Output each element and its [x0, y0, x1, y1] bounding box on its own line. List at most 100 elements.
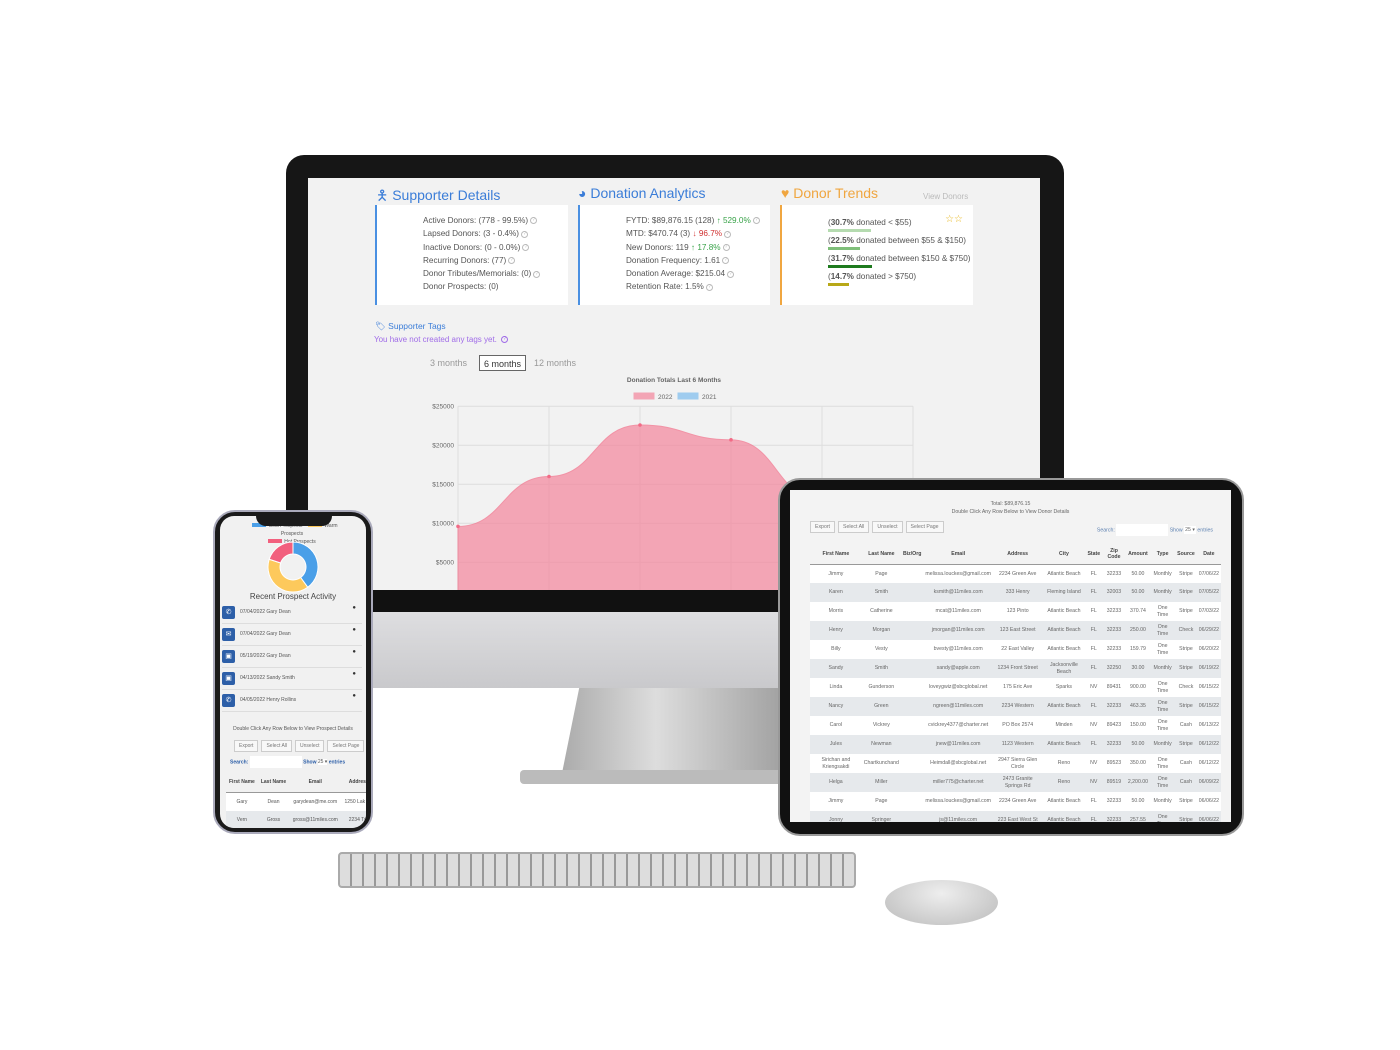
arrow-down-icon: ↓ [690, 229, 699, 239]
help-icon[interactable]: ? [724, 230, 732, 238]
star-icon[interactable]: ☆☆ [945, 213, 963, 226]
column-header[interactable]: Email [923, 545, 993, 565]
supporter-tags-link[interactable]: 🏷 Supporter Tags [375, 321, 446, 332]
table-row[interactable]: Henry Morgan jmorgan@11miles.com 123 East S… [810, 621, 1221, 640]
data-point[interactable] [456, 524, 460, 529]
data-point[interactable] [638, 423, 642, 427]
column-header[interactable]: Email [289, 773, 342, 793]
table-cell: Atlantic Beach [1042, 792, 1086, 811]
column-header[interactable]: Date [1196, 545, 1221, 565]
table-row[interactable]: Sandy Smith sandy@apple.com 1234 Front Stre… [810, 659, 1221, 678]
unselect-button[interactable]: Unselect [295, 740, 325, 752]
column-header[interactable]: Last Name [257, 773, 290, 793]
check-circle-icon[interactable]: ● [352, 693, 356, 699]
column-header[interactable]: Address [341, 773, 366, 793]
activity-item[interactable]: ▣ 04/13/2022 Sandy Smith ● [222, 670, 362, 690]
column-header[interactable]: State [1085, 545, 1103, 565]
table-cell: Cash [1175, 773, 1197, 792]
help-icon[interactable]: ? [501, 336, 509, 344]
export-button[interactable]: Export [810, 521, 835, 533]
legend-label-2022: 2022 [658, 394, 673, 401]
column-header[interactable]: Address [992, 545, 1043, 565]
view-donors-link[interactable]: View Donors [923, 192, 968, 201]
table-cell: Stripe [1175, 640, 1197, 659]
search-input[interactable] [1116, 524, 1169, 536]
activity-item[interactable]: ✉ 07/04/2022 Gary Dean ● [222, 626, 362, 646]
table-cell: Atlantic Beach [1042, 621, 1086, 640]
activity-item[interactable]: ✆ 07/04/2022 Gary Dean ● [222, 604, 362, 624]
data-point[interactable] [729, 438, 733, 442]
table-row[interactable]: GaryDeangarydean@me.com1250 Lak Dr. [226, 792, 366, 811]
table-cell: Vern [226, 811, 258, 828]
donut-slice[interactable] [268, 541, 294, 564]
prospect-entries-select[interactable]: 25 ▾ [317, 759, 328, 766]
donut-slice[interactable] [267, 558, 309, 593]
column-header[interactable]: First Name [226, 773, 258, 793]
entries-select[interactable]: 25 ▾ [1184, 526, 1196, 535]
check-circle-icon[interactable]: ● [352, 627, 356, 633]
table-row[interactable]: VernGrossgross@11miles.com2234 Twi [226, 811, 366, 828]
legend-swatch-2021[interactable] [677, 392, 699, 400]
legend-swatch-2022[interactable] [633, 392, 655, 400]
column-header[interactable]: Last Name [861, 545, 901, 565]
column-header[interactable]: Zip Code [1102, 545, 1126, 565]
change-indicator: ↑ 17.8% [688, 242, 721, 252]
column-header[interactable]: City [1042, 545, 1086, 565]
table-cell: FL [1085, 811, 1103, 822]
check-circle-icon[interactable]: ● [352, 671, 356, 677]
column-header[interactable]: Source [1175, 545, 1197, 565]
help-icon[interactable]: ? [522, 243, 530, 251]
unselect-button[interactable]: Unselect [872, 521, 903, 533]
help-icon[interactable]: ? [752, 217, 760, 225]
table-row[interactable]: Carol Vickrey cvickrey4377@charter.net PO B… [810, 716, 1221, 735]
table-cell: Minden [1042, 716, 1086, 735]
table-row[interactable]: Jonny Springer js@11miles.com 223 East West… [810, 811, 1221, 822]
table-cell: Monthly [1150, 735, 1176, 754]
help-icon[interactable]: ? [533, 270, 541, 278]
table-row[interactable]: Karen Smith ksmith@11miles.com 333 Henry Fle… [810, 583, 1221, 602]
column-header[interactable]: Amount [1125, 545, 1151, 565]
table-row[interactable]: Morris Catherine mcat@11miles.com 123 Pinto… [810, 602, 1221, 621]
table-row[interactable]: Jimmy Page melissa.louckes@gmail.com 2234 G… [810, 564, 1221, 583]
table-row[interactable]: Jimmy Page melissa.louckes@gmail.com 2234 G… [810, 792, 1221, 811]
table-cell: 123 Pinto [992, 602, 1043, 621]
check-circle-icon[interactable]: ● [352, 605, 356, 611]
table-row[interactable]: Billy Vesty bvesty@11miles.com 22 East Vall… [810, 640, 1221, 659]
prospect-search-input[interactable] [249, 756, 302, 768]
table-cell: One Time [1150, 754, 1176, 773]
help-icon[interactable]: ? [508, 257, 516, 265]
table-cell: Fleming Island [1042, 583, 1086, 602]
table-cell: 350.00 [1125, 754, 1151, 773]
help-icon[interactable]: ? [705, 283, 713, 291]
column-header[interactable]: Biz/Org [900, 545, 924, 565]
select-all-button[interactable]: Select All [261, 740, 293, 752]
phone-screen: Cold Prospects Warm Prospects Hot Prospect… [220, 516, 366, 828]
activity-item[interactable]: ▣ 05/19/2022 Gary Dean ● [222, 648, 362, 668]
column-header[interactable]: Type [1150, 545, 1176, 565]
table-row[interactable]: Helga Miller miller775@charter.net 2473 Gra… [810, 773, 1221, 792]
help-icon[interactable]: ? [722, 257, 730, 265]
help-icon[interactable]: ? [722, 243, 730, 251]
help-icon[interactable]: ? [521, 230, 529, 238]
select-all-button[interactable]: Select All [838, 521, 870, 533]
table-row[interactable]: Sirichan and Kriengsakdi Chartkunchand Hei… [810, 754, 1221, 773]
help-icon[interactable]: ? [727, 270, 735, 278]
activity-item[interactable]: ✆ 04/05/2022 Henry Rollins ● [222, 692, 362, 712]
table-cell: Atlantic Beach [1042, 811, 1086, 822]
donation-total: Total: $89,876.15 [990, 501, 1031, 507]
table-row[interactable]: Linda Gunderson loveygwiz@sbcglobal.net 175… [810, 678, 1221, 697]
table-row[interactable]: Jules Newman jnew@11miles.com 1123 Western A… [810, 735, 1221, 754]
select-page-button[interactable]: Select Page [905, 521, 944, 533]
help-icon[interactable]: ? [530, 217, 538, 225]
select-page-button[interactable]: Select Page [327, 740, 365, 752]
check-circle-icon[interactable]: ● [352, 649, 356, 655]
data-point[interactable] [547, 474, 551, 479]
export-button[interactable]: Export [234, 740, 259, 752]
table-cell [900, 754, 924, 773]
supporter-stat: Active Donors: (778 - 99.5%)? [423, 214, 568, 227]
table-cell: 22 East Valley [992, 640, 1043, 659]
column-header[interactable]: First Name [810, 545, 862, 565]
table-cell: 1123 Western [992, 735, 1043, 754]
table-row[interactable]: Nancy Green ngreen@11miles.com 2234 Western… [810, 697, 1221, 716]
analytics-stat: New Donors: 119 ↑ 17.8%? [626, 241, 770, 254]
